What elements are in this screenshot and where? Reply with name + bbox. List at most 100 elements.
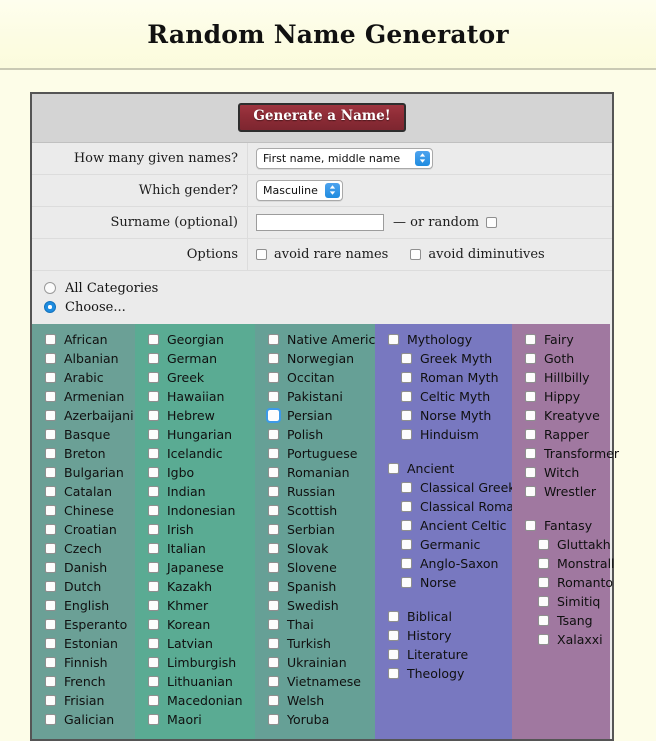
category-item[interactable]: Native American xyxy=(255,330,391,349)
category-item[interactable]: Yoruba xyxy=(255,710,375,729)
category-item[interactable]: Chinese xyxy=(32,501,135,520)
category-item[interactable]: Classical Roman xyxy=(375,497,522,516)
category-item[interactable]: Germanic xyxy=(375,535,512,554)
random-surname-checkbox[interactable] xyxy=(486,216,498,228)
category-item[interactable]: Wrestler xyxy=(512,482,610,501)
category-item[interactable]: Lithuanian xyxy=(135,672,255,691)
category-item[interactable]: Dutch xyxy=(32,577,135,596)
category-item[interactable]: Anglo-Saxon xyxy=(375,554,512,573)
category-item[interactable]: Romanian xyxy=(255,463,375,482)
category-item[interactable]: Monstrall xyxy=(512,554,615,573)
radio-all-categories[interactable]: All Categories xyxy=(44,279,612,298)
category-item[interactable]: Galician xyxy=(32,710,135,729)
category-checkbox[interactable] xyxy=(45,428,56,440)
category-item[interactable]: Hungarian xyxy=(135,425,255,444)
category-checkbox[interactable] xyxy=(401,371,412,383)
category-checkbox[interactable] xyxy=(45,447,56,459)
category-item[interactable]: Igbo xyxy=(135,463,255,482)
category-item[interactable]: Welsh xyxy=(255,691,375,710)
category-item[interactable]: Slovene xyxy=(255,558,375,577)
category-checkbox[interactable] xyxy=(45,333,56,345)
category-item[interactable]: Danish xyxy=(32,558,135,577)
category-item[interactable]: Norwegian xyxy=(255,349,375,368)
category-item[interactable]: Fairy xyxy=(512,330,610,349)
category-item[interactable]: Latvian xyxy=(135,634,255,653)
category-checkbox[interactable] xyxy=(538,633,549,645)
category-checkbox[interactable] xyxy=(45,542,56,554)
category-item[interactable]: Spanish xyxy=(255,577,375,596)
option-avoid-diminutives[interactable]: avoid diminutives xyxy=(410,247,545,262)
category-checkbox[interactable] xyxy=(45,561,56,573)
category-checkbox[interactable] xyxy=(388,648,399,660)
category-checkbox[interactable] xyxy=(148,675,159,687)
category-checkbox[interactable] xyxy=(401,409,412,421)
category-item[interactable]: Hippy xyxy=(512,387,610,406)
category-item[interactable]: Maori xyxy=(135,710,255,729)
category-item[interactable]: Biblical xyxy=(375,607,512,626)
category-checkbox[interactable] xyxy=(148,561,159,573)
category-item[interactable]: Czech xyxy=(32,539,135,558)
category-checkbox[interactable] xyxy=(45,409,56,421)
category-item[interactable]: Kreatyve xyxy=(512,406,610,425)
category-item[interactable]: Fantasy xyxy=(512,516,610,535)
category-checkbox[interactable] xyxy=(525,409,536,421)
all-categories-radio[interactable] xyxy=(44,282,56,295)
category-item[interactable]: Bulgarian xyxy=(32,463,135,482)
category-checkbox[interactable] xyxy=(401,481,412,493)
category-checkbox[interactable] xyxy=(266,407,281,423)
category-item[interactable]: African xyxy=(32,330,135,349)
category-checkbox[interactable] xyxy=(525,466,536,478)
category-item[interactable]: Scottish xyxy=(255,501,375,520)
category-item[interactable]: Tsang xyxy=(512,611,610,630)
category-item[interactable]: Limburgish xyxy=(135,653,255,672)
category-checkbox[interactable] xyxy=(525,390,536,402)
category-item[interactable]: Indonesian xyxy=(135,501,255,520)
category-item[interactable]: Vietnamese xyxy=(255,672,375,691)
category-checkbox[interactable] xyxy=(45,675,56,687)
category-item[interactable]: Esperanto xyxy=(32,615,135,634)
category-checkbox[interactable] xyxy=(268,352,279,364)
category-item[interactable]: Icelandic xyxy=(135,444,255,463)
category-checkbox[interactable] xyxy=(401,538,412,550)
category-item[interactable]: Albanian xyxy=(32,349,135,368)
category-checkbox[interactable] xyxy=(268,333,279,345)
category-item[interactable]: Theology xyxy=(375,664,512,683)
category-item[interactable]: Ancient Celtic xyxy=(375,516,512,535)
category-checkbox[interactable] xyxy=(268,656,279,668)
category-item[interactable]: Finnish xyxy=(32,653,135,672)
given-names-select[interactable]: First name, middle name xyxy=(256,147,433,169)
category-checkbox[interactable] xyxy=(388,667,399,679)
category-checkbox[interactable] xyxy=(268,599,279,611)
category-checkbox[interactable] xyxy=(45,618,56,630)
category-item[interactable]: Celtic Myth xyxy=(375,387,512,406)
category-checkbox[interactable] xyxy=(148,542,159,554)
category-item[interactable]: Khmer xyxy=(135,596,255,615)
category-item[interactable]: Gluttakh xyxy=(512,535,611,554)
category-checkbox[interactable] xyxy=(148,599,159,611)
category-item[interactable]: Roman Myth xyxy=(375,368,512,387)
category-checkbox[interactable] xyxy=(45,466,56,478)
category-checkbox[interactable] xyxy=(401,519,412,531)
category-item[interactable]: Kazakh xyxy=(135,577,255,596)
category-checkbox[interactable] xyxy=(538,538,549,550)
category-checkbox[interactable] xyxy=(388,629,399,641)
category-item[interactable]: Hinduism xyxy=(375,425,512,444)
category-item[interactable]: Russian xyxy=(255,482,375,501)
surname-input[interactable] xyxy=(256,213,384,231)
category-item[interactable]: Catalan xyxy=(32,482,135,501)
category-item[interactable]: Slovak xyxy=(255,539,375,558)
category-checkbox[interactable] xyxy=(268,542,279,554)
category-item[interactable]: Hillbilly xyxy=(512,368,610,387)
category-checkbox[interactable] xyxy=(525,428,536,440)
category-checkbox[interactable] xyxy=(401,500,412,512)
category-item[interactable]: Occitan xyxy=(255,368,375,387)
avoid-rare-names-checkbox[interactable] xyxy=(256,248,267,260)
category-checkbox[interactable] xyxy=(268,390,279,402)
category-checkbox[interactable] xyxy=(45,485,56,497)
category-checkbox[interactable] xyxy=(525,447,536,459)
category-item[interactable]: English xyxy=(32,596,135,615)
category-checkbox[interactable] xyxy=(148,523,159,535)
category-checkbox[interactable] xyxy=(268,371,279,383)
category-item[interactable]: German xyxy=(135,349,255,368)
category-checkbox[interactable] xyxy=(525,519,536,531)
